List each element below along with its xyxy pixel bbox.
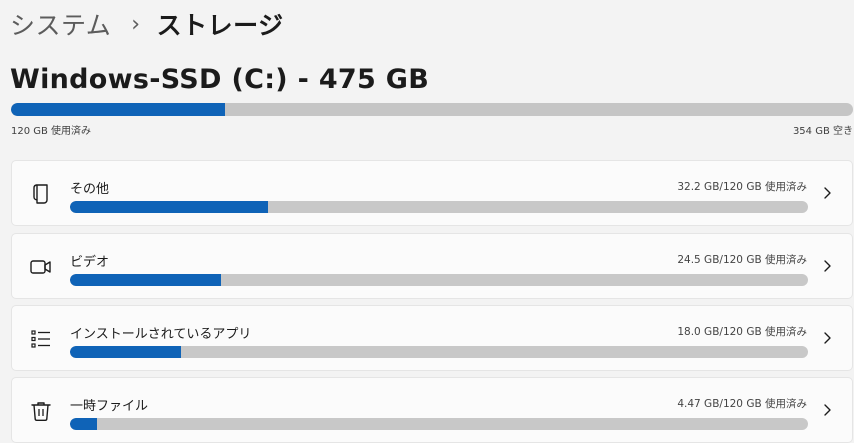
category-usage-bar-fill: [70, 274, 221, 286]
category-name: ビデオ: [70, 255, 110, 270]
document-icon: [33, 184, 48, 204]
category-size: 18.0 GB/120 GB 使用済み: [677, 326, 807, 338]
category-name: 一時ファイル: [70, 399, 149, 414]
category-installed-apps[interactable]: インストールされているアプリ 18.0 GB/120 GB 使用済み: [11, 305, 853, 371]
category-usage-bar-fill: [70, 201, 268, 213]
drive-used-label: 120 GB 使用済み: [11, 126, 92, 137]
chevron-right-icon: [824, 260, 831, 272]
drive-usage-bar-fill: [11, 103, 225, 116]
video-icon: [30, 260, 51, 274]
apps-list-icon: [31, 330, 50, 348]
category-size: 24.5 GB/120 GB 使用済み: [677, 254, 807, 266]
breadcrumb-system-link[interactable]: システム: [10, 6, 111, 42]
page-title: ストレージ: [156, 11, 284, 40]
breadcrumb: システム › ストレージ: [10, 6, 284, 42]
chevron-right-icon: [824, 187, 831, 199]
trash-icon: [31, 402, 51, 421]
category-size: 4.47 GB/120 GB 使用済み: [677, 398, 807, 410]
drive-free-label: 354 GB 空き: [792, 126, 853, 137]
category-usage-bar: [70, 346, 808, 358]
category-name: その他: [70, 182, 110, 197]
category-usage-bar-fill: [70, 346, 181, 358]
breadcrumb-separator: ›: [131, 11, 141, 37]
category-usage-bar: [70, 418, 808, 430]
category-usage-bar-fill: [70, 418, 98, 430]
category-other[interactable]: その他 32.2 GB/120 GB 使用済み: [11, 160, 853, 226]
category-video[interactable]: ビデオ 24.5 GB/120 GB 使用済み: [11, 233, 853, 299]
drive-usage-bar: [11, 103, 853, 116]
category-size: 32.2 GB/120 GB 使用済み: [677, 181, 807, 193]
category-temporary-files[interactable]: 一時ファイル 4.47 GB/120 GB 使用済み: [11, 377, 853, 443]
category-usage-bar: [70, 274, 808, 286]
drive-title: Windows-SSD (C:) - 475 GB: [10, 64, 430, 95]
chevron-right-icon: [824, 404, 831, 416]
chevron-right-icon: [824, 332, 831, 344]
category-usage-bar: [70, 201, 808, 213]
category-name: インストールされているアプリ: [70, 327, 252, 342]
